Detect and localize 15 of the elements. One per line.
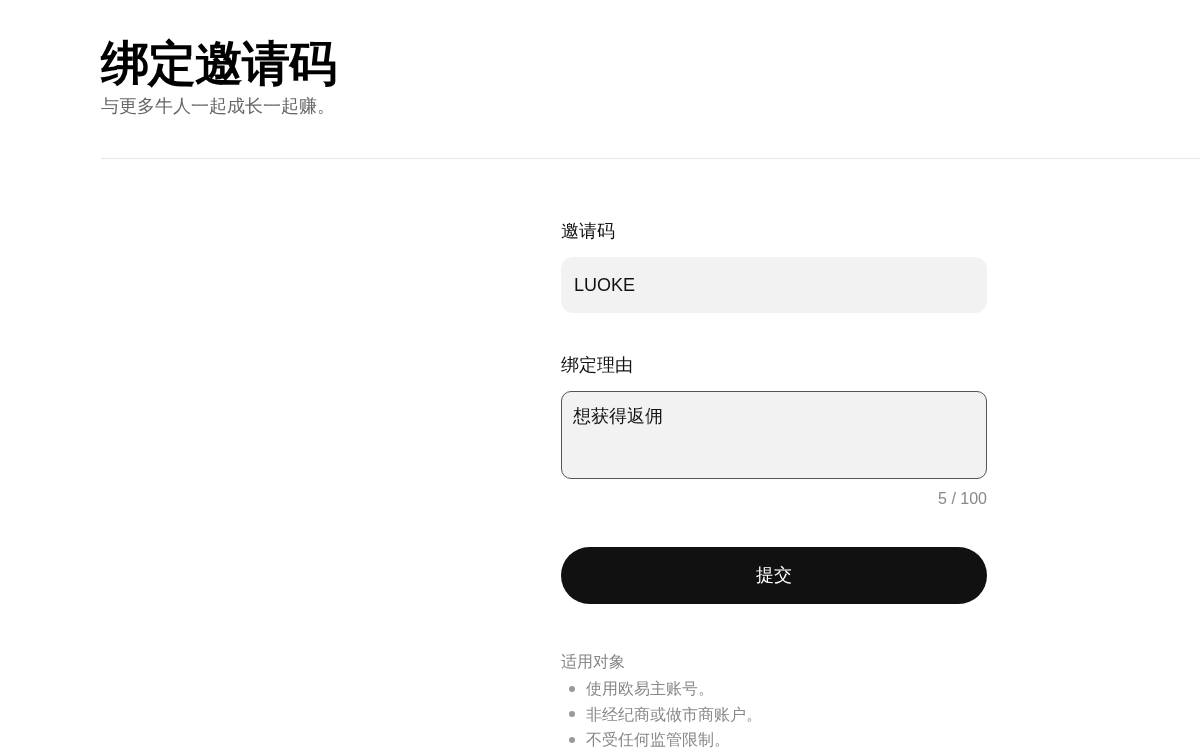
submit-button[interactable]: 提交 xyxy=(561,547,987,604)
input-field[interactable]: LUOKE xyxy=(561,257,987,313)
bullet-icon xyxy=(569,685,575,692)
page-title: 绑定邀请码 xyxy=(101,36,337,92)
bullet-icon xyxy=(569,736,575,743)
list-item-text: 非经纪商或做市商账户。 xyxy=(586,704,762,725)
field-label: 绑定理由 xyxy=(561,354,633,377)
list-item-text: 使用欧易主账号。 xyxy=(586,679,714,700)
text-area-field[interactable]: 想获得返佣 xyxy=(561,391,987,479)
list-item-text: 不受任何监管限制。 xyxy=(586,730,730,749)
section-heading: 适用对象 xyxy=(561,652,625,672)
page-subtitle: 与更多牛人一起成长一起赚。 xyxy=(101,95,336,118)
field-label: 邀请码 xyxy=(561,220,615,243)
bullet-icon xyxy=(569,711,575,718)
character-counter: 5 / 100 xyxy=(938,489,987,509)
